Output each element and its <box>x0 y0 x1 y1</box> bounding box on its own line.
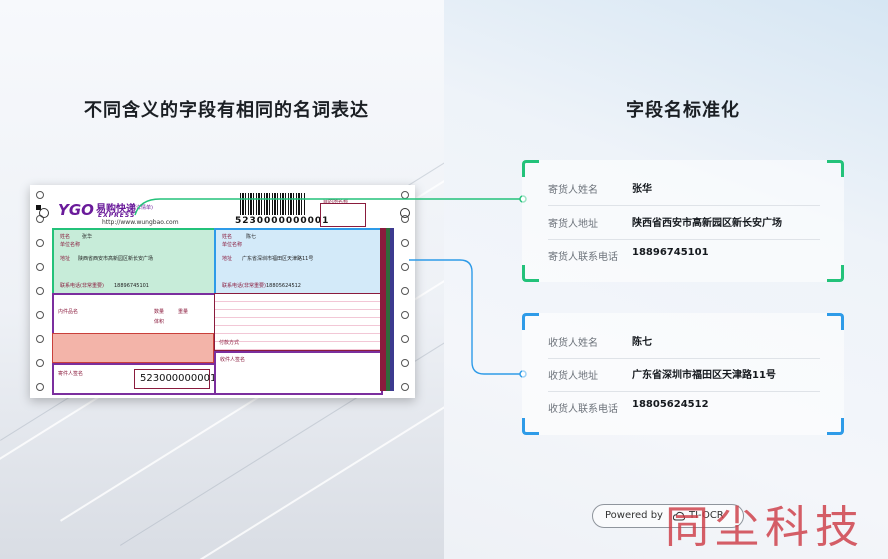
sender-name-row: 寄货人姓名 张华 <box>548 172 820 206</box>
corner-bracket <box>522 160 539 177</box>
corner-bracket <box>522 313 539 330</box>
field-value: 陈七 <box>632 337 652 348</box>
corner-bracket <box>827 418 844 435</box>
sender-phone-row: 寄货人联系电话 18896745101 <box>548 239 820 272</box>
corner-bracket <box>522 418 539 435</box>
field-label: 收货人地址 <box>548 371 598 382</box>
corner-bracket <box>827 313 844 330</box>
sender-address-row: 寄货人地址 陕西省西安市高新园区新长安广场 <box>548 206 820 240</box>
field-value: 陕西省西安市高新园区新长安广场 <box>632 218 782 229</box>
field-value: 18896745101 <box>632 247 709 258</box>
corner-bracket <box>827 160 844 177</box>
receiver-field-card: 收货人姓名 陈七 收货人地址 广东省深圳市福田区天津路11号 收货人联系电话 1… <box>522 313 844 435</box>
corner-bracket <box>827 265 844 282</box>
receiver-name-row: 收货人姓名 陈七 <box>548 325 820 359</box>
field-value: 广东省深圳市福田区天津路11号 <box>632 370 776 381</box>
field-label: 寄货人联系电话 <box>548 252 618 263</box>
corner-bracket <box>522 265 539 282</box>
field-label: 收货人姓名 <box>548 338 598 349</box>
field-value: 18805624512 <box>632 399 709 410</box>
watermark-text: 同尘科技 <box>665 502 865 553</box>
field-label: 寄货人地址 <box>548 219 598 230</box>
field-value: 张华 <box>632 184 652 195</box>
powered-by-prefix: Powered by <box>605 510 663 521</box>
field-label: 收货人联系电话 <box>548 404 618 415</box>
receiver-phone-row: 收货人联系电话 18805624512 <box>548 391 820 424</box>
receiver-address-row: 收货人地址 广东省深圳市福田区天津路11号 <box>548 358 820 392</box>
sender-field-card: 寄货人姓名 张华 寄货人地址 陕西省西安市高新园区新长安广场 寄货人联系电话 1… <box>522 160 844 282</box>
field-label: 寄货人姓名 <box>548 185 598 196</box>
